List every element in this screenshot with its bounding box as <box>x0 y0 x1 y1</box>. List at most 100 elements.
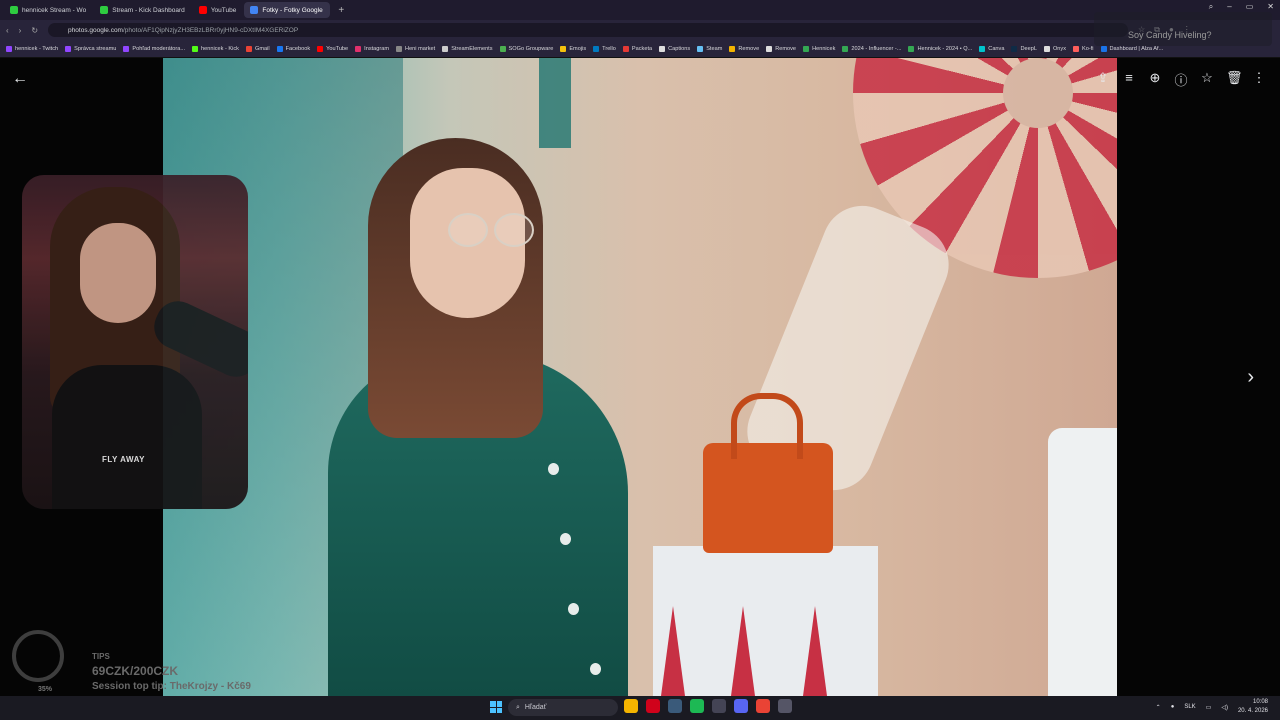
next-photo-icon[interactable]: › <box>1247 366 1254 389</box>
webcam-overlay: FLY AWAY <box>22 175 248 509</box>
browser-tab[interactable]: YouTube <box>193 2 243 18</box>
bookmark-label: Heni market <box>405 45 436 52</box>
bookmark-label: hennicek - Twitch <box>15 45 59 52</box>
bookmark-item[interactable]: Ko-fi <box>1073 45 1094 52</box>
bookmark-favicon-icon <box>803 45 810 52</box>
edit-icon[interactable]: ≡ <box>1122 70 1136 89</box>
language-indicator[interactable]: SLK <box>1184 704 1195 710</box>
window-frame <box>539 58 571 148</box>
tray-overflow-icon[interactable]: ⌃ <box>1156 704 1161 711</box>
browser-tab[interactable]: Fotky - Fotky Google <box>244 2 331 18</box>
forward-nav-icon[interactable]: › <box>19 26 22 35</box>
back-nav-icon[interactable]: ‹ <box>6 26 9 35</box>
tips-goal-widget: 35% TIPS 69CZK/200CZK Session top tip: T… <box>12 630 312 696</box>
maximize-button[interactable]: ▭ <box>1246 2 1254 12</box>
system-tray: ⌃ ● SLK ▭ ◁) 10:08 20. 4. 2026 <box>1156 698 1268 716</box>
bookmark-label: Steam <box>706 45 723 52</box>
viewer-toolbar: ⇪ ≡ ⊕ ⓘ ☆ 🗑 ⋮ <box>1096 70 1266 89</box>
reload-icon[interactable]: ↻ <box>31 26 38 35</box>
bookmark-item[interactable]: YouTube <box>317 45 348 52</box>
shirt-print-text: FLY AWAY <box>102 455 145 464</box>
steam-icon[interactable] <box>668 699 682 713</box>
bookmark-item[interactable]: Trello <box>593 45 616 52</box>
network-icon[interactable]: ▭ <box>1206 704 1212 711</box>
obs-icon[interactable] <box>712 699 726 713</box>
clock-date: 20. 4. 2026 <box>1237 708 1268 714</box>
photo-image[interactable] <box>163 58 1117 696</box>
bookmark-favicon-icon <box>1043 45 1050 52</box>
bookmark-favicon-icon <box>729 45 736 52</box>
bookmark-item[interactable]: Gmail <box>245 45 270 52</box>
bookmark-label: Ko-fi <box>1082 45 1094 52</box>
clock[interactable]: 10:08 20. 4. 2026 <box>1238 698 1268 716</box>
volume-icon[interactable]: ◁) <box>1221 704 1228 711</box>
bookmark-item[interactable]: Emojis <box>560 45 586 52</box>
tab-label: Fotky - Fotky Google <box>262 6 323 14</box>
bookmark-item[interactable]: SOGo Groupware <box>499 45 553 52</box>
new-tab-button[interactable]: + <box>332 5 350 16</box>
file-explorer-icon[interactable] <box>624 699 638 713</box>
bookmark-item[interactable]: Remove <box>729 45 759 52</box>
back-arrow-icon[interactable]: ← <box>12 70 28 88</box>
bookmark-item[interactable]: Packeta <box>622 45 652 52</box>
bookmark-favicon-icon <box>766 45 773 52</box>
tips-label: TIPS <box>92 652 110 661</box>
address-input[interactable]: photos.google.com/photo/AF1QipNzjyZH3EBz… <box>48 23 1129 37</box>
bookmark-item[interactable]: DeepL <box>1011 45 1037 52</box>
bookmark-item[interactable]: Captions <box>659 45 690 52</box>
browser-tab[interactable]: hennicek Stream - Wo <box>4 2 92 18</box>
bookmark-label: Facebook <box>285 45 311 52</box>
bookmark-favicon-icon <box>842 45 849 52</box>
bookmark-favicon-icon <box>355 45 362 52</box>
bookmark-item[interactable]: Remove <box>766 45 796 52</box>
star-icon[interactable]: ☆ <box>1200 70 1214 89</box>
bookmark-item[interactable]: Facebook <box>276 45 311 52</box>
taskbar: ⌕ Hľadať ⌃ ● SLK ▭ ◁) 10:08 20. 4. 2026 <box>0 696 1280 720</box>
bookmark-label: StreamElements <box>451 45 493 52</box>
tips-percent: 35% <box>38 686 53 693</box>
bookmark-favicon-icon <box>6 45 12 52</box>
chrome-icon[interactable] <box>756 699 770 713</box>
taskbar-search[interactable]: ⌕ Hľadať <box>508 699 618 716</box>
white-display-stand <box>1048 428 1117 696</box>
bookmark-item[interactable]: Canva <box>979 45 1004 52</box>
browser-tab[interactable]: Stream - Kick Dashboard <box>94 2 191 18</box>
bookmark-item[interactable]: Onyx <box>1043 45 1066 52</box>
minimize-button[interactable]: – <box>1227 2 1231 12</box>
bookmark-item[interactable]: Steam <box>697 45 723 52</box>
bookmark-item[interactable]: hennicek - Kick <box>192 45 239 52</box>
tray-app-icon[interactable]: ● <box>1171 704 1175 710</box>
bookmark-label: DeepL <box>1020 45 1037 52</box>
info-icon[interactable]: ⓘ <box>1174 70 1188 89</box>
trash-icon[interactable]: 🗑 <box>1226 70 1243 89</box>
bookmark-favicon-icon <box>593 45 600 52</box>
windows-start-icon[interactable] <box>490 701 502 713</box>
opera-icon[interactable] <box>646 699 660 713</box>
tab-search-icon[interactable]: ⌕ <box>1209 2 1213 12</box>
bookmark-label: Hennicek - 2024 • Q... <box>917 45 973 52</box>
bookmark-item[interactable]: Instagram <box>355 45 390 52</box>
tab-label: Stream - Kick Dashboard <box>112 6 185 14</box>
share-icon[interactable]: ⇪ <box>1096 70 1110 89</box>
tab-label: hennicek Stream - Wo <box>22 6 87 14</box>
calculator-icon[interactable] <box>778 699 792 713</box>
bookmark-item[interactable]: Heni market <box>396 45 436 52</box>
more-icon[interactable]: ⋮ <box>1252 70 1266 89</box>
bookmark-favicon-icon <box>697 45 704 52</box>
bookmark-item[interactable]: Hennicek <box>803 45 835 52</box>
bookmark-item[interactable]: Hennicek - 2024 • Q... <box>908 45 973 52</box>
bookmark-item[interactable]: hennicek - Twitch <box>6 45 59 52</box>
bookmark-item[interactable]: Dashboard | Alza Af... <box>1100 45 1163 52</box>
bookmark-item[interactable]: 2024 - Influencer -... <box>842 45 901 52</box>
spotify-icon[interactable] <box>690 699 704 713</box>
bookmark-label: Instagram <box>364 45 390 52</box>
tab-favicon-icon <box>10 6 18 14</box>
photo-viewer: ← ⇪ ≡ ⊕ ⓘ ☆ 🗑 ⋮ › FLY AWAY Soy Candy Hiveling? <box>0 12 1280 696</box>
discord-icon[interactable] <box>734 699 748 713</box>
close-window-button[interactable]: ✕ <box>1267 2 1274 12</box>
zoom-icon[interactable]: ⊕ <box>1148 70 1162 89</box>
bookmark-favicon-icon <box>192 45 199 52</box>
bookmark-item[interactable]: StreamElements <box>442 45 493 52</box>
bookmark-item[interactable]: Pohľad moderátora... <box>123 45 185 52</box>
bookmark-item[interactable]: Správca streamu <box>65 45 116 52</box>
